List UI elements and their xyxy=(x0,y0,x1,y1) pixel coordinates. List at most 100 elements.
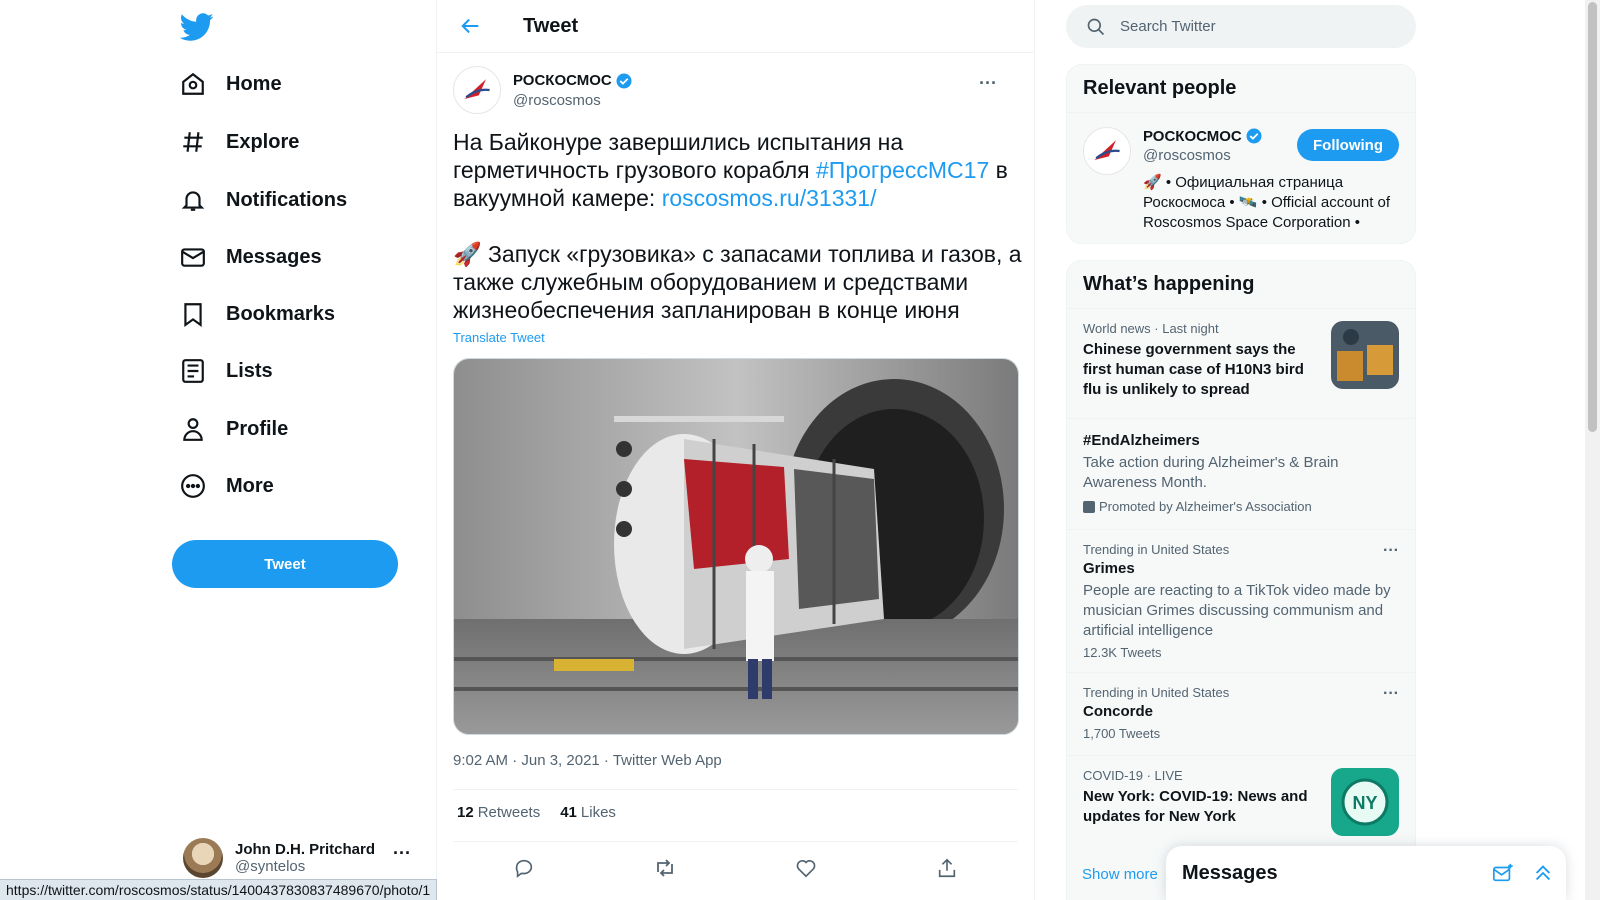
bell-icon xyxy=(180,187,206,213)
nav-item-lists[interactable]: Lists xyxy=(180,346,273,396)
ny-badge-text: NY xyxy=(1352,793,1377,813)
page-scrollbar[interactable] xyxy=(1585,0,1600,900)
likes-count: 41 xyxy=(560,804,577,821)
trend-title: Chinese government says the first human … xyxy=(1083,341,1304,398)
bookmark-icon xyxy=(180,301,206,327)
author-handle: @roscosmos xyxy=(513,91,601,109)
nav-item-home[interactable]: Home xyxy=(180,59,282,109)
nav-item-notifications[interactable]: Notifications xyxy=(180,175,347,225)
trend-title: Concorde xyxy=(1083,703,1154,720)
nav-item-bookmarks[interactable]: Bookmarks xyxy=(180,289,335,339)
trend-meta: Trending in United States xyxy=(1083,542,1230,557)
main-header: Tweet xyxy=(437,0,1034,53)
verified-badge-icon xyxy=(616,73,632,88)
trend-count: 1,700 Tweets xyxy=(1083,726,1161,741)
tweet-author[interactable]: РОСКОСМОС @roscosmos ··· xyxy=(453,66,1013,114)
roscosmos-logo-icon[interactable] xyxy=(1083,127,1131,175)
right-sidebar: Relevant people РОСКОСМОС @roscosmos Fol… xyxy=(1066,0,1416,900)
nav-item-messages[interactable]: Messages xyxy=(180,232,322,282)
author-name: РОСКОСМОС xyxy=(513,72,612,89)
nav-item-explore[interactable]: Explore xyxy=(180,117,299,167)
relevant-person[interactable]: РОСКОСМОС @roscosmos Following 🚀 • Офици… xyxy=(1067,112,1415,240)
tweet-text: На Байконуре завершились испытания на ге… xyxy=(453,128,1023,352)
person-bio: 🚀 • Официальная страница Роскосмоса • 🛰️… xyxy=(1143,174,1391,231)
relevant-people-card: Relevant people РОСКОСМОС @roscosmos Fol… xyxy=(1066,64,1416,244)
share-icon[interactable] xyxy=(929,850,965,886)
retweet-icon[interactable] xyxy=(647,850,683,886)
following-button[interactable]: Following xyxy=(1297,129,1399,161)
nav-label: Notifications xyxy=(226,188,348,211)
roscosmos-logo-icon[interactable] xyxy=(453,66,501,114)
avatar xyxy=(183,838,223,878)
more-dots-icon[interactable]: ··· xyxy=(973,68,1003,98)
trend-meta: Trending in United States xyxy=(1083,685,1230,700)
whats-happening-card: What’s happening World news · Last night… xyxy=(1066,260,1416,900)
status-bar-url: https://twitter.com/roscosmos/status/140… xyxy=(0,879,438,900)
tweet-stats: 12 Retweets 41 Likes xyxy=(457,804,636,821)
search-icon xyxy=(1087,18,1105,35)
show-more-link[interactable]: Show more xyxy=(1082,866,1158,883)
trend-item[interactable]: World news · Last night Chinese governme… xyxy=(1067,308,1415,418)
nav-item-more[interactable]: More xyxy=(180,461,274,511)
nav-label: Lists xyxy=(226,359,273,382)
tweet-detail-column: Tweet РОСКОСМОС @roscosmos ··· На Байкон… xyxy=(436,0,1035,900)
more-dots-icon[interactable]: ··· xyxy=(1383,685,1399,703)
messages-drawer[interactable]: Messages xyxy=(1166,846,1566,900)
account-handle: @syntelos xyxy=(235,858,306,875)
divider xyxy=(453,789,1018,790)
messages-drawer-title: Messages xyxy=(1182,861,1278,884)
person-handle: @roscosmos xyxy=(1143,147,1231,164)
trend-item[interactable]: Trending in United States Grimes People … xyxy=(1067,529,1415,672)
scrollbar-thumb[interactable] xyxy=(1588,2,1597,432)
like-heart-icon[interactable] xyxy=(788,850,824,886)
trend-title: #EndAlzheimers xyxy=(1083,432,1200,449)
promoted-text: Promoted by Alzheimer's Association xyxy=(1099,499,1312,514)
twitter-logo-icon[interactable] xyxy=(179,10,214,44)
promoted-arrow-icon xyxy=(1083,500,1095,513)
back-arrow-icon[interactable] xyxy=(453,8,489,44)
retweets-stat[interactable]: 12 Retweets xyxy=(457,804,540,821)
trend-item[interactable]: Trending in United States Concorde 1,700… xyxy=(1067,672,1415,755)
more-circle-icon xyxy=(180,473,206,499)
new-message-icon[interactable] xyxy=(1486,856,1520,890)
trend-item[interactable]: COVID-19 · LIVE New York: COVID-19: News… xyxy=(1067,755,1415,847)
trend-count: 12.3K Tweets xyxy=(1083,645,1162,660)
compose-tweet-button[interactable]: Tweet xyxy=(172,540,398,588)
nav-item-profile[interactable]: Profile xyxy=(180,404,288,454)
tweet-timestamp[interactable]: 9:02 AM · Jun 3, 2021 · Twitter Web App xyxy=(453,752,722,769)
tweet-photo[interactable] xyxy=(453,358,1019,735)
nav-label: Home xyxy=(226,72,282,95)
list-icon xyxy=(180,358,206,384)
page-title: Tweet xyxy=(523,14,579,37)
nav-label: Bookmarks xyxy=(226,302,335,325)
hashtag-link[interactable]: #ПрогрессМС17 xyxy=(816,157,989,183)
likes-label: Likes xyxy=(580,804,616,821)
nav-label: Messages xyxy=(226,245,322,268)
hashtag-icon xyxy=(180,129,206,155)
divider xyxy=(453,841,1018,842)
trend-thumbnail xyxy=(1331,321,1399,389)
ny-badge-thumbnail: NY xyxy=(1331,768,1399,836)
account-name: John D.H. Pritchard xyxy=(235,841,376,858)
trend-description: Take action during Alzheimer's & Brain A… xyxy=(1083,454,1339,491)
likes-stat[interactable]: 41 Likes xyxy=(560,804,616,821)
search-input[interactable] xyxy=(1120,18,1380,35)
nav-label: Explore xyxy=(226,130,300,153)
trend-description: People are reacting to a TikTok video ma… xyxy=(1083,582,1391,639)
reply-icon[interactable] xyxy=(506,850,542,886)
tweet-paragraph: 🚀 Запуск «грузовика» с запасами топлива … xyxy=(453,241,1022,323)
collapse-up-icon[interactable] xyxy=(1526,856,1560,890)
tweet-actions xyxy=(453,850,1018,886)
search-bar[interactable] xyxy=(1066,5,1416,48)
nav-label: Profile xyxy=(226,417,289,440)
trend-item[interactable]: #EndAlzheimers Take action during Alzhei… xyxy=(1067,418,1415,529)
more-dots-icon[interactable]: ··· xyxy=(1383,542,1399,560)
translate-tweet-link[interactable]: Translate Tweet xyxy=(453,330,545,345)
url-link[interactable]: roscosmos.ru/31331/ xyxy=(662,185,877,211)
whats-happening-title: What’s happening xyxy=(1083,273,1255,295)
home-icon xyxy=(180,71,206,97)
nav-label: More xyxy=(226,474,274,497)
left-navigation: Home Explore Notifications Messages Book… xyxy=(0,0,436,900)
trend-title: New York: COVID-19: News and updates for… xyxy=(1083,788,1308,825)
account-switcher[interactable]: John D.H. Pritchard @syntelos ··· xyxy=(183,833,423,883)
